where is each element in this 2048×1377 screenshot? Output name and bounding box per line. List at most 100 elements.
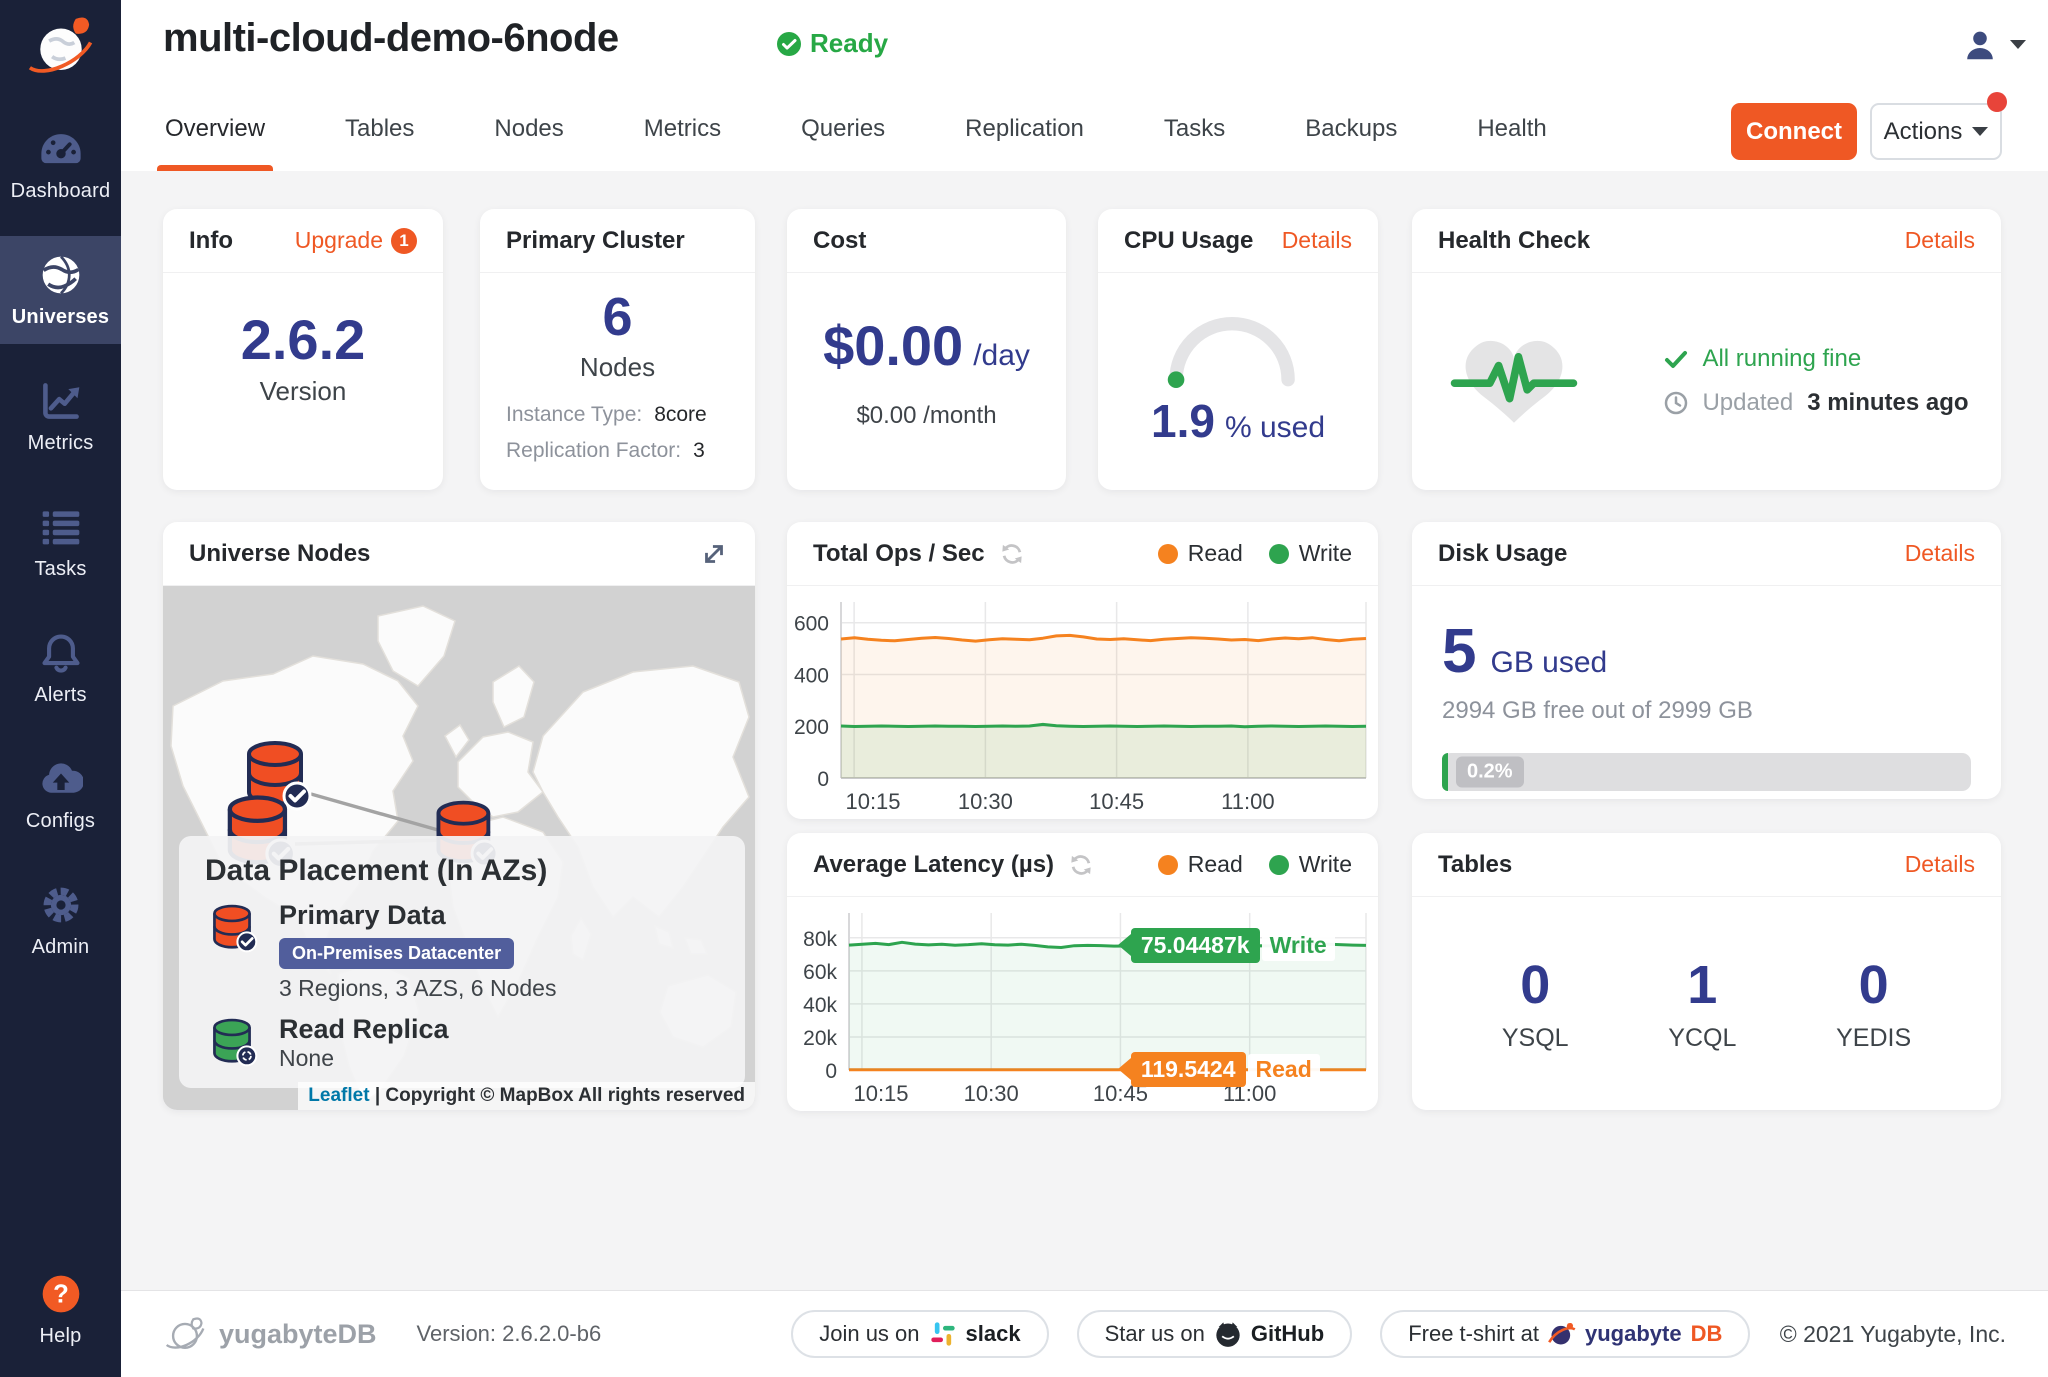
refresh-icon[interactable] xyxy=(999,541,1025,567)
read-dot-icon xyxy=(1158,855,1178,875)
sidebar-item-label: Help xyxy=(40,1325,82,1348)
svg-text:20k: 20k xyxy=(803,1027,837,1050)
total-ops-card: Total Ops / Sec Read Write 020040060010:… xyxy=(787,522,1378,819)
avg-latency-chart[interactable]: 020k40k60k80k10:1510:3010:4511:0075.0448… xyxy=(787,897,1378,1110)
tab-replication[interactable]: Replication xyxy=(963,101,1086,171)
cpu-usage-card: CPU Usage Details 1.9 % used xyxy=(1098,209,1378,490)
leaflet-link[interactable]: Leaflet xyxy=(308,1085,369,1106)
legend-read: Read xyxy=(1158,851,1243,878)
actions-dropdown-button[interactable]: Actions xyxy=(1870,103,2002,160)
ysql-count: 0 YSQL xyxy=(1502,954,1569,1053)
expand-icon[interactable] xyxy=(699,539,729,569)
health-check-card: Health Check Details All running fine xyxy=(1412,209,2001,490)
universe-nodes-card: Universe Nodes xyxy=(163,522,755,1110)
total-ops-chart[interactable]: 020040060010:1510:3010:4511:00 xyxy=(787,586,1378,818)
tab-tables[interactable]: Tables xyxy=(343,101,416,171)
tab-backups[interactable]: Backups xyxy=(1303,101,1399,171)
sidebar-item-label: Metrics xyxy=(28,432,94,455)
card-title: Average Latency (µs) xyxy=(813,851,1054,879)
check-circle-icon xyxy=(776,31,802,57)
svg-text:10:45: 10:45 xyxy=(1089,789,1144,814)
sidebar-item-configs[interactable]: Configs xyxy=(0,740,121,848)
notification-dot xyxy=(1987,92,2007,112)
legend-read: Read xyxy=(1158,540,1243,567)
tab-tasks[interactable]: Tasks xyxy=(1162,101,1227,171)
disk-used-unit: GB used xyxy=(1490,646,1607,680)
sidebar-item-dashboard[interactable]: Dashboard xyxy=(0,110,121,218)
sidebar: Dashboard Universes Metrics xyxy=(0,0,121,1377)
cpu-gauge xyxy=(1159,289,1317,392)
read-dot-icon xyxy=(1158,544,1178,564)
cpu-percent-value: 1.9 xyxy=(1151,394,1215,448)
disk-free-text: 2994 GB free out of 2999 GB xyxy=(1442,697,1971,725)
legend-write-label: Write xyxy=(1299,851,1352,878)
card-title: CPU Usage xyxy=(1124,227,1253,255)
footer-version: Version: 2.6.2.0-b6 xyxy=(417,1321,602,1347)
instance-type-key: Instance Type: xyxy=(506,403,642,426)
refresh-icon[interactable] xyxy=(1068,852,1094,878)
sidebar-item-label: Dashboard xyxy=(11,180,111,203)
github-button[interactable]: Star us on GitHub xyxy=(1077,1310,1353,1358)
connect-button[interactable]: Connect xyxy=(1731,103,1857,160)
card-title: Universe Nodes xyxy=(189,540,370,568)
series-value-chip: 119.5424Read xyxy=(1118,1052,1320,1087)
disk-usage-card: Disk Usage Details 5 GB used 2994 GB fre… xyxy=(1412,522,2001,799)
status-text: Ready xyxy=(810,28,888,59)
footer: yugabyteDB Version: 2.6.2.0-b6 Join us o… xyxy=(121,1290,2048,1377)
sidebar-item-admin[interactable]: Admin xyxy=(0,866,121,974)
tab-metrics[interactable]: Metrics xyxy=(642,101,723,171)
svg-text:60k: 60k xyxy=(803,961,837,984)
read-replica-desc: None xyxy=(279,1045,449,1072)
ycql-value: 1 xyxy=(1687,954,1717,1016)
info-card: Info Upgrade 1 2.6.2 Version xyxy=(163,209,443,490)
cost-per-day-unit: /day xyxy=(973,339,1030,373)
universe-header: multi-cloud-demo-6node Ready Overview Ta… xyxy=(121,0,2048,171)
cost-card: Cost $0.00 /day $0.00 /month xyxy=(787,209,1066,490)
slack-button[interactable]: Join us on slack xyxy=(791,1310,1048,1358)
tab-overview[interactable]: Overview xyxy=(163,101,267,171)
tshirt-prefix: Free t-shirt at xyxy=(1408,1321,1539,1347)
sidebar-item-label: Tasks xyxy=(34,558,86,581)
cost-per-month: $0.00 /month xyxy=(856,402,996,430)
health-details-link[interactable]: Details xyxy=(1905,227,1975,254)
yugabyte-logo-icon[interactable] xyxy=(24,10,98,84)
chevron-down-icon xyxy=(2010,40,2026,49)
sidebar-item-label: Admin xyxy=(32,936,90,959)
card-title: Disk Usage xyxy=(1438,540,1567,568)
ycql-count: 1 YCQL xyxy=(1668,954,1736,1053)
tab-bar: Overview Tables Nodes Metrics Queries Re… xyxy=(163,101,1549,171)
globe-icon xyxy=(39,253,83,297)
sidebar-item-metrics[interactable]: Metrics xyxy=(0,362,121,470)
ysql-value: 0 xyxy=(1520,954,1550,1016)
tasks-list-icon xyxy=(39,505,83,549)
sidebar-item-tasks[interactable]: Tasks xyxy=(0,488,121,596)
legend-write: Write xyxy=(1269,851,1352,878)
card-title: Cost xyxy=(813,227,866,255)
disk-details-link[interactable]: Details xyxy=(1905,540,1975,567)
health-status-row: All running fine xyxy=(1664,345,1968,373)
series-value-chip: 75.04487kWrite xyxy=(1118,928,1335,963)
tab-health[interactable]: Health xyxy=(1475,101,1548,171)
tables-details-link[interactable]: Details xyxy=(1905,851,1975,878)
svg-text:40k: 40k xyxy=(803,994,837,1017)
cluster-attributes: Instance Type:8core Replication Factor:3 xyxy=(480,397,755,471)
nodes-count: 6 xyxy=(602,289,632,346)
user-menu[interactable] xyxy=(1964,28,2026,60)
upgrade-count-badge: 1 xyxy=(391,228,417,254)
legend-write-label: Write xyxy=(1299,540,1352,567)
svg-text:80k: 80k xyxy=(803,928,837,951)
sidebar-item-alerts[interactable]: Alerts xyxy=(0,614,121,722)
cpu-details-link[interactable]: Details xyxy=(1282,227,1352,254)
tshirt-button[interactable]: Free t-shirt at yugabyteDB xyxy=(1380,1310,1750,1358)
sidebar-item-universes[interactable]: Universes xyxy=(0,236,121,344)
heartbeat-icon xyxy=(1444,326,1584,436)
world-map[interactable]: Data Placement (In AZs) Primary Data On-… xyxy=(163,586,755,1110)
primary-data-label: Primary Data xyxy=(279,900,556,931)
upgrade-link[interactable]: Upgrade 1 xyxy=(295,227,417,254)
tab-nodes[interactable]: Nodes xyxy=(492,101,565,171)
sidebar-item-help[interactable]: ? Help xyxy=(0,1255,121,1363)
disk-usage-bar: 0.2% xyxy=(1442,753,1971,791)
updated-value: 3 minutes ago xyxy=(1807,389,1968,417)
tab-queries[interactable]: Queries xyxy=(799,101,887,171)
bell-icon xyxy=(39,631,83,675)
